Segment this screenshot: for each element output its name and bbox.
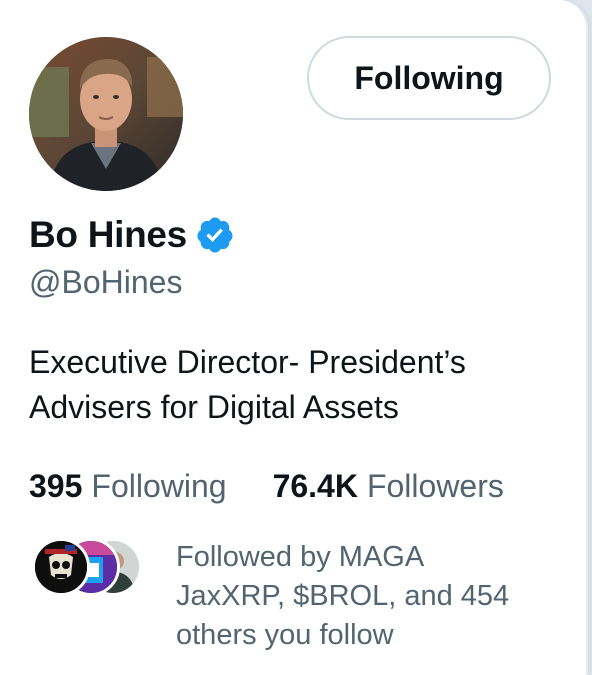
following-stat-link[interactable]: 395 Following bbox=[29, 464, 227, 508]
profile-name-row: Bo Hines bbox=[29, 210, 235, 260]
followed-by-line: Followed by MAGA bbox=[176, 541, 425, 573]
follower-avatar-photo bbox=[35, 541, 87, 593]
profile-card: Following Bo Hines @BoHines Executive Di… bbox=[0, 0, 586, 675]
followers-count: 76.4K bbox=[272, 468, 358, 504]
following-label: Following bbox=[91, 468, 227, 504]
profile-stats: 395 Following 76.4K Followers bbox=[29, 464, 504, 508]
bio-line: Executive Director- President’s bbox=[29, 344, 466, 380]
avatar-photo bbox=[29, 37, 183, 191]
followed-by-line: JaxXRP, $BROL, and 454 bbox=[176, 580, 510, 612]
profile-name: Bo Hines bbox=[29, 214, 187, 255]
verified-badge-icon[interactable] bbox=[195, 215, 235, 255]
followers-label: Followers bbox=[366, 468, 504, 504]
followed-by-line: others you follow bbox=[176, 619, 394, 651]
follower-avatar[interactable] bbox=[32, 538, 90, 596]
profile-bio: Executive Director- President’s Advisers… bbox=[29, 340, 574, 430]
following-button[interactable]: Following bbox=[307, 36, 551, 120]
followers-stat-link[interactable]: 76.4K Followers bbox=[273, 464, 504, 508]
following-count: 395 bbox=[29, 468, 83, 504]
profile-handle: @BoHines bbox=[29, 264, 183, 300]
bio-line: Advisers for Digital Assets bbox=[29, 389, 399, 425]
followed-by-text[interactable]: Followed by MAGA JaxXRP, $BROL, and 454 … bbox=[176, 538, 568, 655]
profile-avatar[interactable] bbox=[29, 37, 183, 191]
